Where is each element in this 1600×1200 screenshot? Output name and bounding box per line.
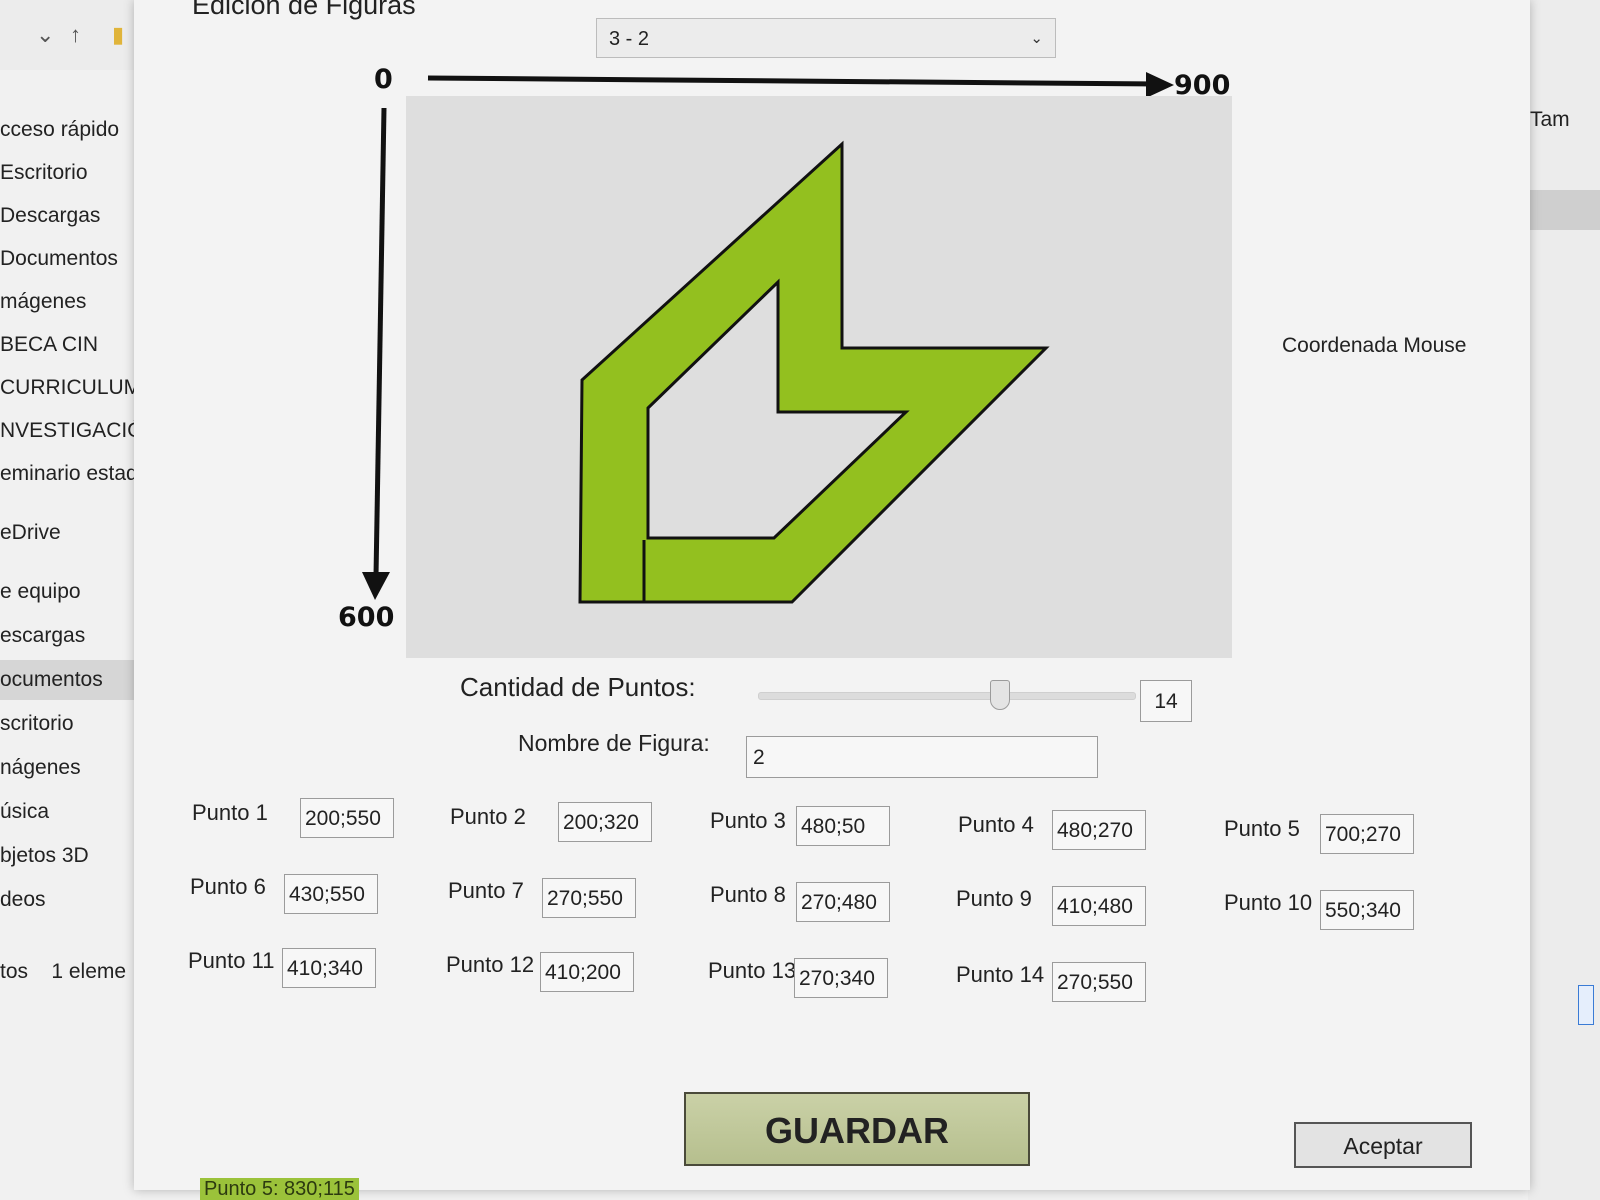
sidebar-item-music[interactable]: úsica bbox=[0, 792, 150, 832]
point-8-label: Punto 8 bbox=[710, 882, 786, 907]
sidebar-item-documents[interactable]: Documentos bbox=[0, 239, 150, 279]
view-toggle-icon[interactable] bbox=[1578, 985, 1594, 1025]
up-arrow-icon[interactable]: ↑ bbox=[70, 22, 81, 48]
sidebar-item-pc-images[interactable]: nágenes bbox=[0, 748, 150, 788]
point-10-input[interactable]: 550;340 bbox=[1320, 890, 1414, 930]
figure-editor-dialog: Edición de Figuras 3 - 2 ⌄ 0 900 600 Coo… bbox=[134, 0, 1530, 1200]
point-4-label: Punto 4 bbox=[958, 812, 1034, 837]
point-12-label: Punto 12 bbox=[446, 952, 535, 977]
sidebar-item-this-pc[interactable]: e equipo bbox=[0, 572, 150, 612]
point-7-input[interactable]: 270;550 bbox=[542, 878, 636, 918]
point-12-input[interactable]: 410;200 bbox=[540, 952, 634, 992]
point-count-slider[interactable] bbox=[758, 692, 1136, 700]
point-13-input[interactable]: 270;340 bbox=[794, 958, 888, 998]
point-14-input[interactable]: 270;550 bbox=[1052, 962, 1146, 1002]
save-button[interactable]: GUARDAR bbox=[684, 1092, 1030, 1166]
figure-shape bbox=[578, 140, 1050, 604]
folder-icon: ▮ bbox=[112, 22, 125, 47]
y-axis-max-label: 600 bbox=[338, 602, 395, 633]
sidebar-item-videos[interactable]: deos bbox=[0, 880, 150, 920]
sidebar-item-pc-documents[interactable]: ocumentos bbox=[0, 660, 150, 700]
chevron-down-icon[interactable]: ⌄ bbox=[36, 22, 54, 48]
explorer-sidebar: cceso rápido Escritorio Descargas Docume… bbox=[0, 110, 150, 1010]
point-14-label: Punto 14 bbox=[956, 962, 1045, 987]
mouse-coordinate-label: Coordenada Mouse bbox=[1282, 334, 1467, 357]
sidebar-item-pc-downloads[interactable]: escargas bbox=[0, 616, 150, 656]
point-count-slider-thumb[interactable] bbox=[989, 680, 1010, 710]
point-6-input[interactable]: 430;550 bbox=[284, 874, 378, 914]
point-5-input[interactable]: 700;270 bbox=[1320, 814, 1414, 854]
point-7-label: Punto 7 bbox=[448, 878, 524, 903]
sidebar-item-downloads[interactable]: Descargas bbox=[0, 196, 150, 236]
point-2-input[interactable]: 200;320 bbox=[558, 802, 652, 842]
figure-name-input[interactable]: 2 bbox=[746, 736, 1098, 778]
sidebar-item-investigacion[interactable]: NVESTIGACIÓN bbox=[0, 411, 150, 451]
y-axis-arrowhead bbox=[362, 572, 390, 600]
point-6-label: Punto 6 bbox=[190, 874, 266, 899]
point-11-label: Punto 11 bbox=[188, 948, 275, 973]
size-column-header[interactable]: Tam bbox=[1530, 108, 1570, 132]
point-2-label: Punto 2 bbox=[450, 804, 526, 829]
point-5-label: Punto 5 bbox=[1224, 816, 1300, 841]
status-point-readout: Punto 5: 830;115 bbox=[200, 1178, 359, 1200]
sidebar-item-quick-access[interactable]: cceso rápido bbox=[0, 110, 150, 150]
point-8-input[interactable]: 270;480 bbox=[796, 882, 890, 922]
sidebar-item-images[interactable]: mágenes bbox=[0, 282, 150, 322]
point-4-input[interactable]: 480;270 bbox=[1052, 810, 1146, 850]
sidebar-item-beca-cin[interactable]: BECA CIN bbox=[0, 325, 150, 365]
sidebar-item-curriculum[interactable]: CURRICULUM bbox=[0, 368, 150, 408]
sidebar-item-3d-objects[interactable]: bjetos 3D bbox=[0, 836, 150, 876]
figure-name-label: Nombre de Figura: bbox=[518, 730, 710, 756]
point-1-input[interactable]: 200;550 bbox=[300, 798, 394, 838]
sidebar-item-pc-desktop[interactable]: scritorio bbox=[0, 704, 150, 744]
point-count-label: Cantidad de Puntos: bbox=[460, 672, 696, 702]
point-13-label: Punto 13 bbox=[708, 958, 797, 983]
point-3-input[interactable]: 480;50 bbox=[796, 806, 890, 846]
point-1-label: Punto 1 bbox=[192, 800, 268, 825]
x-axis-line bbox=[427, 75, 1155, 87]
point-11-input[interactable]: 410;340 bbox=[282, 948, 376, 988]
drawing-canvas[interactable] bbox=[406, 96, 1232, 658]
sidebar-item-onedrive[interactable]: eDrive bbox=[0, 513, 150, 553]
x-axis-arrowhead bbox=[1146, 72, 1174, 98]
point-9-input[interactable]: 410;480 bbox=[1052, 886, 1146, 926]
axis-origin-label: 0 bbox=[374, 64, 393, 95]
sidebar-item-desktop[interactable]: Escritorio bbox=[0, 153, 150, 193]
point-count-value[interactable]: 14 bbox=[1140, 680, 1192, 722]
explorer-status-bar: tos 1 eleme bbox=[0, 960, 127, 983]
point-10-label: Punto 10 bbox=[1224, 890, 1313, 915]
selected-row-highlight bbox=[1530, 190, 1600, 230]
y-axis-line bbox=[373, 107, 387, 577]
point-9-label: Punto 9 bbox=[956, 886, 1032, 911]
point-3-label: Punto 3 bbox=[710, 808, 786, 833]
sidebar-item-seminario[interactable]: eminario estadí bbox=[0, 454, 150, 494]
accept-button[interactable]: Aceptar bbox=[1294, 1122, 1472, 1168]
